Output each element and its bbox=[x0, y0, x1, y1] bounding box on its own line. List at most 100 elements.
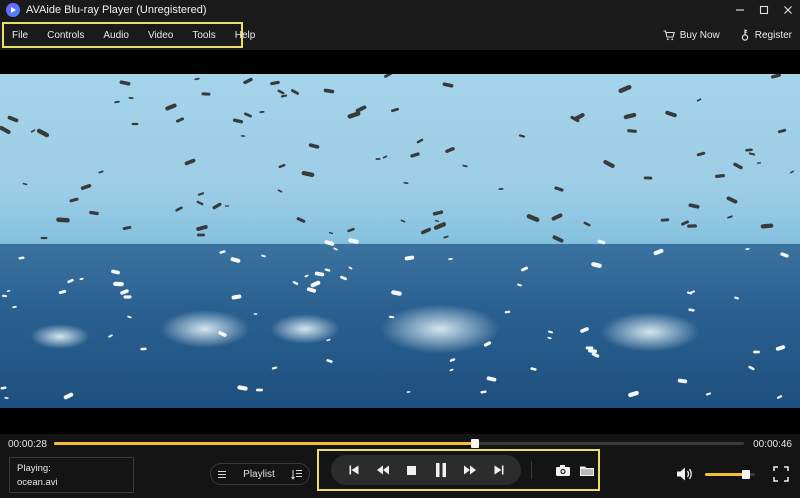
playlist-sort-icon[interactable] bbox=[291, 469, 303, 480]
camera-icon[interactable] bbox=[551, 458, 575, 482]
menu-video[interactable]: Video bbox=[148, 30, 173, 41]
bird bbox=[687, 202, 700, 209]
bird bbox=[696, 151, 707, 157]
bird bbox=[582, 221, 591, 227]
bird bbox=[131, 122, 139, 126]
bird bbox=[617, 84, 633, 95]
bird bbox=[211, 202, 223, 211]
bird bbox=[714, 173, 726, 178]
bird bbox=[301, 171, 315, 178]
bird bbox=[127, 97, 134, 100]
bird bbox=[547, 336, 552, 340]
bird bbox=[383, 74, 393, 79]
bird bbox=[752, 350, 760, 354]
bird bbox=[197, 191, 205, 197]
bird bbox=[756, 161, 761, 165]
menu-tools[interactable]: Tools bbox=[192, 30, 215, 41]
bird bbox=[588, 348, 598, 353]
bird bbox=[777, 128, 787, 134]
bird bbox=[789, 170, 795, 174]
fast-forward-icon[interactable] bbox=[459, 459, 481, 481]
video-frame bbox=[0, 74, 800, 408]
bird bbox=[253, 313, 258, 315]
bird bbox=[40, 236, 48, 240]
bird bbox=[622, 112, 637, 120]
playback-controls-highlight bbox=[317, 449, 600, 491]
close-button[interactable] bbox=[776, 0, 800, 20]
menu-help[interactable]: Help bbox=[235, 30, 256, 41]
pause-icon[interactable] bbox=[430, 459, 452, 481]
bird bbox=[280, 94, 288, 98]
video-display[interactable] bbox=[0, 50, 800, 434]
bird bbox=[123, 295, 132, 299]
bird bbox=[195, 225, 208, 232]
playing-file-name: ocean.avi bbox=[17, 477, 58, 488]
playing-label: Playing: bbox=[17, 463, 51, 474]
bird bbox=[664, 110, 677, 119]
bird bbox=[644, 176, 653, 180]
bird bbox=[355, 104, 368, 114]
bird bbox=[519, 133, 526, 138]
playlist-button[interactable]: Playlist bbox=[210, 463, 310, 485]
bird bbox=[403, 182, 409, 185]
bird bbox=[525, 213, 540, 223]
bird bbox=[140, 347, 147, 351]
bird bbox=[225, 205, 230, 208]
menu-audio[interactable]: Audio bbox=[103, 30, 129, 41]
title-bar: AVAide Blu-ray Player (Unregistered) bbox=[0, 0, 800, 20]
bird bbox=[550, 212, 563, 221]
bird bbox=[88, 210, 99, 216]
bird bbox=[242, 77, 254, 86]
bird bbox=[448, 257, 453, 260]
buy-now-button[interactable]: Buy Now bbox=[663, 30, 720, 41]
rewind-icon[interactable] bbox=[372, 459, 394, 481]
buy-now-label: Buy Now bbox=[679, 29, 720, 41]
bird bbox=[553, 185, 564, 192]
bird bbox=[122, 225, 132, 231]
bird bbox=[602, 159, 616, 169]
bird bbox=[420, 226, 432, 235]
controls-divider bbox=[531, 461, 532, 479]
stop-icon[interactable] bbox=[401, 459, 423, 481]
control-bar: 00:00:28 00:00:46 Playing: ocean.avi Pla… bbox=[0, 434, 800, 498]
bird bbox=[696, 98, 702, 103]
bird bbox=[164, 102, 177, 111]
bird bbox=[196, 233, 206, 237]
minimize-button[interactable] bbox=[728, 0, 752, 20]
bird bbox=[2, 294, 8, 298]
bird bbox=[442, 81, 455, 88]
menu-file[interactable]: File bbox=[12, 30, 28, 41]
folder-icon[interactable] bbox=[575, 458, 599, 482]
bird bbox=[552, 234, 565, 244]
bird bbox=[276, 189, 283, 193]
menu-controls[interactable]: Controls bbox=[47, 30, 84, 41]
bird bbox=[400, 219, 406, 223]
seek-bar-thumb[interactable] bbox=[470, 439, 479, 448]
bird bbox=[0, 125, 12, 135]
bird bbox=[308, 142, 320, 150]
bird bbox=[269, 80, 280, 86]
bird bbox=[55, 217, 70, 223]
playlist-label: Playlist bbox=[243, 468, 275, 480]
speaker-icon[interactable] bbox=[676, 466, 694, 482]
bird bbox=[626, 129, 637, 134]
bird bbox=[196, 200, 204, 206]
bird bbox=[35, 128, 50, 139]
volume-slider[interactable] bbox=[705, 470, 755, 479]
bird bbox=[119, 80, 131, 86]
skip-next-icon[interactable] bbox=[488, 459, 510, 481]
bird bbox=[410, 152, 421, 159]
skip-previous-icon[interactable] bbox=[343, 459, 365, 481]
maximize-button[interactable] bbox=[752, 0, 776, 20]
bird bbox=[375, 157, 381, 160]
volume-thumb[interactable] bbox=[742, 470, 750, 479]
bird bbox=[727, 214, 734, 219]
app-logo-icon bbox=[6, 3, 20, 17]
register-button[interactable]: Register bbox=[740, 29, 792, 41]
cart-icon bbox=[663, 29, 675, 40]
bird bbox=[175, 205, 184, 212]
bird bbox=[22, 182, 28, 186]
fullscreen-icon[interactable] bbox=[773, 466, 789, 482]
seek-bar[interactable] bbox=[54, 439, 744, 448]
bird bbox=[113, 100, 120, 104]
